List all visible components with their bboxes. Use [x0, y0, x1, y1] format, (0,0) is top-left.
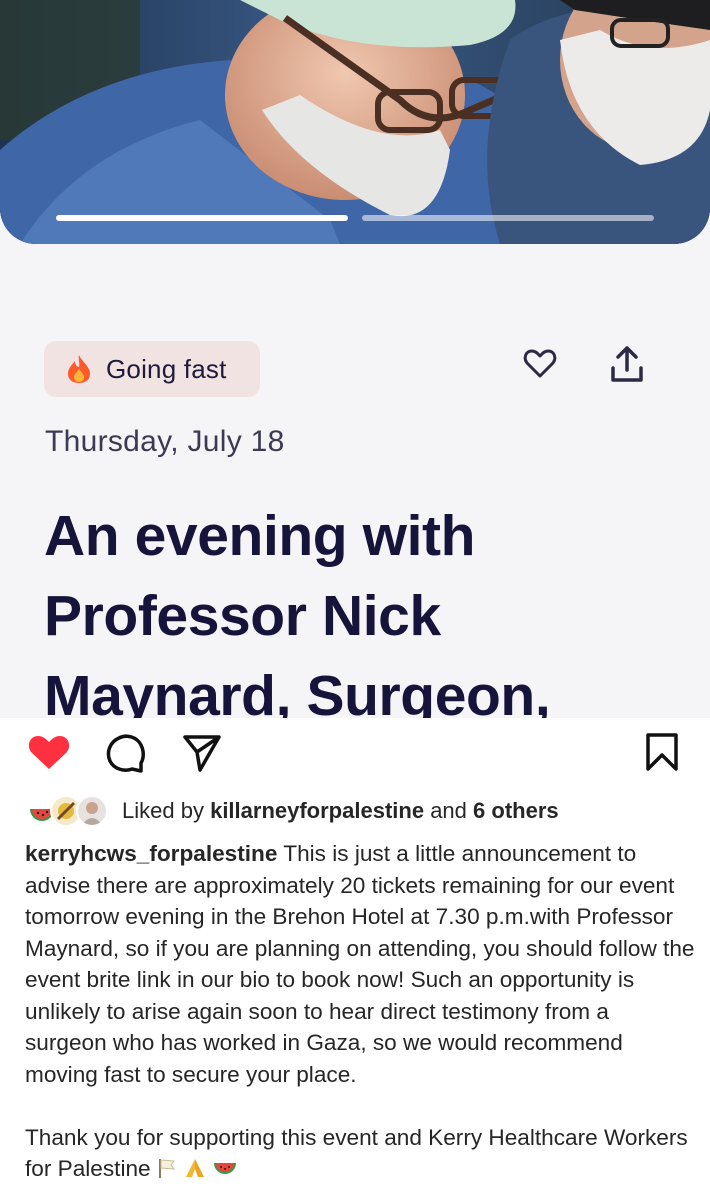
- carousel-progress-inactive: [362, 215, 654, 221]
- fire-icon: [68, 355, 90, 383]
- send-icon[interactable]: [182, 733, 222, 773]
- bookmark-icon[interactable]: [644, 732, 680, 772]
- carousel-progress-active: [56, 215, 348, 221]
- surgeons-photo: [0, 0, 710, 244]
- post-action-bar: [0, 730, 710, 774]
- likes-text: Liked by killarneyforpalestine and 6 oth…: [122, 798, 559, 824]
- folded-hands-icon: [186, 1159, 205, 1177]
- watermelon-icon: [214, 1163, 237, 1174]
- liker-username[interactable]: killarneyforpalestine: [210, 798, 424, 823]
- going-fast-badge: Going fast: [44, 341, 260, 397]
- caption-username[interactable]: kerryhcws_forpalestine: [25, 841, 277, 866]
- likes-others[interactable]: 6 others: [473, 798, 559, 823]
- event-card: Going fast Thursday, July 18 An evening …: [0, 0, 710, 718]
- comment-icon[interactable]: [104, 733, 146, 773]
- likes-joiner: and: [430, 798, 467, 823]
- event-date: Thursday, July 18: [45, 425, 285, 458]
- badge-label: Going fast: [106, 353, 227, 384]
- share-up-icon[interactable]: [608, 344, 646, 384]
- white-flag-icon: [158, 1159, 175, 1178]
- heart-filled-icon[interactable]: [27, 733, 71, 771]
- avatar: [76, 795, 108, 827]
- likes-row[interactable]: Liked by killarneyforpalestine and 6 oth…: [26, 794, 559, 828]
- caption-text: This is just a little announcement to ad…: [25, 841, 695, 1087]
- post-caption: kerryhcws_forpalestine This is just a li…: [25, 838, 695, 1185]
- event-hero-image[interactable]: [0, 0, 710, 244]
- caption-text-2: Thank you for supporting this event and …: [25, 1124, 688, 1182]
- liker-avatars[interactable]: [26, 795, 110, 827]
- event-title: An evening with Professor Nick Maynard, …: [44, 504, 551, 718]
- heart-outline-icon[interactable]: [522, 346, 558, 382]
- likes-prefix: Liked by: [122, 798, 204, 823]
